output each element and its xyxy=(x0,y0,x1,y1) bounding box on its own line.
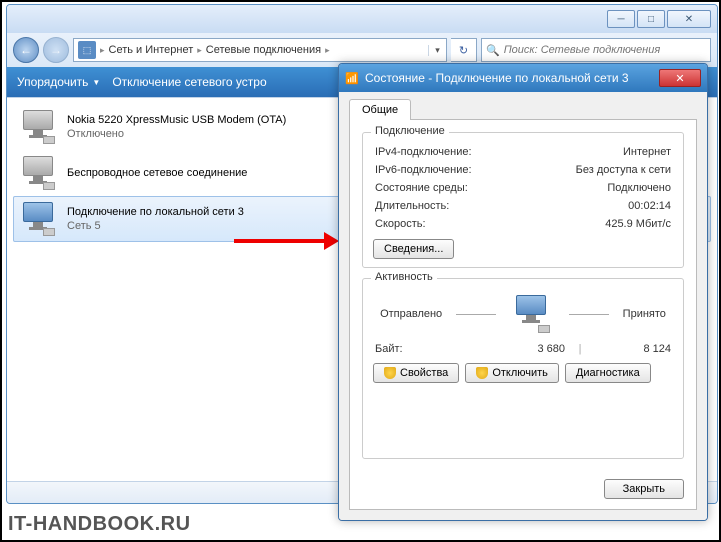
received-label: Принято xyxy=(623,308,666,320)
connection-icon xyxy=(17,154,59,192)
maximize-button[interactable]: □ xyxy=(637,10,665,28)
group-title: Подключение xyxy=(371,125,449,137)
item-name: Подключение по локальной сети 3 xyxy=(67,205,244,219)
disable-label: Отключить xyxy=(492,367,548,379)
organize-menu[interactable]: Упорядочить ▼ xyxy=(17,75,100,89)
duration-value: 00:02:14 xyxy=(628,200,671,212)
item-name: Nokia 5220 XpressMusic USB Modem (OTA) xyxy=(67,113,286,127)
dialog-title: Состояние - Подключение по локальной сет… xyxy=(365,71,653,85)
address-bar[interactable]: ⬚ ▸ Сеть и Интернет ▸ Сетевые подключени… xyxy=(73,38,447,62)
breadcrumb-item[interactable]: Сетевые подключения xyxy=(202,44,325,56)
speed-label: Скорость: xyxy=(375,218,426,230)
watermark: IT-HANDBOOK.RU xyxy=(8,513,191,536)
minimize-button[interactable]: ─ xyxy=(607,10,635,28)
refresh-button[interactable]: ↻ xyxy=(451,38,477,62)
chevron-down-icon: ▼ xyxy=(92,78,100,87)
group-title: Активность xyxy=(371,271,437,283)
sent-label: Отправлено xyxy=(380,308,442,320)
ipv6-label: IPv6-подключение: xyxy=(375,164,472,176)
item-status: Отключено xyxy=(67,127,286,141)
forward-button[interactable]: → xyxy=(43,37,69,63)
disable-button[interactable]: Отключить xyxy=(465,363,559,383)
properties-button[interactable]: Свойства xyxy=(373,363,459,383)
navbar: ← → ⬚ ▸ Сеть и Интернет ▸ Сетевые подклю… xyxy=(7,33,717,67)
organize-label: Упорядочить xyxy=(17,75,88,89)
network-status-icon: 📶 xyxy=(345,71,359,85)
tab-general[interactable]: Общие xyxy=(349,99,411,120)
close-button[interactable]: Закрыть xyxy=(604,479,684,499)
back-button[interactable]: ← xyxy=(13,37,39,63)
search-box[interactable]: 🔍 xyxy=(481,38,711,62)
properties-label: Свойства xyxy=(400,367,448,379)
breadcrumb-item[interactable]: Сеть и Интернет xyxy=(105,44,198,56)
activity-icon xyxy=(510,295,554,333)
ipv4-value: Интернет xyxy=(623,146,671,158)
annotation-arrow xyxy=(234,232,339,250)
address-dropdown[interactable]: ▾ xyxy=(428,45,446,56)
disable-label: Отключение сетевого устро xyxy=(112,75,266,89)
tabstrip: Общие xyxy=(349,98,697,120)
item-status: Сеть 5 xyxy=(67,219,244,233)
duration-label: Длительность: xyxy=(375,200,449,212)
tab-panel: Подключение IPv4-подключение: Интернет IP… xyxy=(349,120,697,510)
speed-value: 425.9 Мбит/с xyxy=(605,218,671,230)
media-value: Подключено xyxy=(607,182,671,194)
bytes-sent-value: 3 680 xyxy=(455,343,565,355)
ipv4-label: IPv4-подключение: xyxy=(375,146,472,158)
disable-device-button[interactable]: Отключение сетевого устро xyxy=(112,75,266,89)
search-input[interactable] xyxy=(504,44,706,56)
connection-icon xyxy=(17,108,59,146)
connection-group: Подключение IPv4-подключение:Интернет IP… xyxy=(362,132,684,268)
status-dialog: 📶 Состояние - Подключение по локальной с… xyxy=(338,63,708,521)
connection-icon xyxy=(17,200,59,238)
bytes-label: Байт: xyxy=(375,343,455,355)
divider: | xyxy=(565,343,595,355)
bytes-recv-value: 8 124 xyxy=(595,343,671,355)
chevron-right-icon: ▸ xyxy=(325,45,330,56)
divider xyxy=(569,314,609,315)
activity-group: Активность Отправлено Принято Байт: 3 68… xyxy=(362,278,684,459)
media-label: Состояние среды: xyxy=(375,182,468,194)
shield-icon xyxy=(476,367,488,379)
item-name: Беспроводное сетевое соединение xyxy=(67,166,247,180)
dialog-titlebar: 📶 Состояние - Подключение по локальной с… xyxy=(339,64,707,92)
dialog-close-button[interactable]: ✕ xyxy=(659,69,701,87)
titlebar: ─ □ ✕ xyxy=(7,5,717,33)
search-icon: 🔍 xyxy=(486,44,500,57)
divider xyxy=(456,314,496,315)
ipv6-value: Без доступа к сети xyxy=(576,164,671,176)
diagnostics-button[interactable]: Диагностика xyxy=(565,363,651,383)
details-button[interactable]: Сведения... xyxy=(373,239,454,259)
shield-icon xyxy=(384,367,396,379)
close-button[interactable]: ✕ xyxy=(667,10,711,28)
network-icon: ⬚ xyxy=(78,41,96,59)
